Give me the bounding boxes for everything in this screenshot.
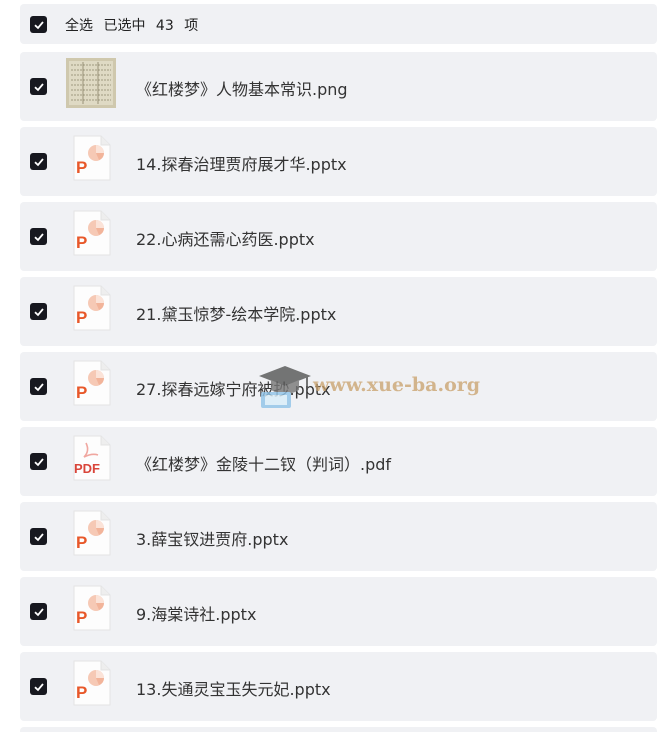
pptx-file-icon: P (66, 358, 116, 408)
file-name: 《红楼梦》金陵十二钗（判词）.pdf (136, 455, 392, 474)
svg-text:P: P (76, 308, 87, 327)
file-checkbox[interactable] (30, 153, 47, 170)
file-name: 22.心病还需心药医.pptx (136, 230, 315, 249)
file-checkbox[interactable] (30, 378, 47, 395)
select-all-checkbox[interactable] (30, 16, 47, 33)
selection-summary: 全选 已选中 43 项 (65, 15, 204, 35)
next-row-edge (20, 727, 657, 732)
file-row[interactable]: P 27.探春远嫁宁府被抄.pptx (20, 352, 657, 421)
pptx-file-icon: P (66, 583, 116, 633)
file-name: 13.失通灵宝玉失元妃.pptx (136, 680, 331, 699)
svg-text:P: P (76, 383, 87, 402)
selected-prefix: 已选中 (103, 18, 146, 34)
svg-text:P: P (76, 608, 87, 627)
pptx-file-icon: P (66, 283, 116, 333)
svg-text:P: P (76, 533, 87, 552)
file-name: 《红楼梦》人物基本常识.png (136, 80, 348, 99)
pdf-file-icon: PDF (66, 433, 116, 483)
select-all-label[interactable]: 全选 (65, 18, 93, 34)
svg-text:P: P (76, 683, 87, 702)
file-name: 9.海棠诗社.pptx (136, 605, 257, 624)
file-row[interactable]: P 13.失通灵宝玉失元妃.pptx (20, 652, 657, 721)
file-row[interactable]: PDF 《红楼梦》金陵十二钗（判词）.pdf (20, 427, 657, 496)
file-checkbox[interactable] (30, 78, 47, 95)
svg-text:P: P (76, 158, 87, 177)
file-row[interactable]: P 21.黛玉惊梦-绘本学院.pptx (20, 277, 657, 346)
file-checkbox[interactable] (30, 303, 47, 320)
image-thumbnail (66, 58, 116, 108)
file-name: 14.探春治理贾府展才华.pptx (136, 155, 347, 174)
file-row[interactable]: P 22.心病还需心药医.pptx (20, 202, 657, 271)
selected-count: 43 (155, 18, 174, 34)
file-row[interactable]: P 14.探春治理贾府展才华.pptx (20, 127, 657, 196)
pptx-file-icon: P (66, 133, 116, 183)
file-name: 27.探春远嫁宁府被抄.pptx (136, 380, 331, 399)
select-all-bar: 全选 已选中 43 项 (20, 4, 657, 44)
file-row[interactable]: 《红楼梦》人物基本常识.png (20, 52, 657, 121)
file-checkbox[interactable] (30, 528, 47, 545)
selected-unit: 项 (184, 18, 199, 34)
file-row[interactable]: P 9.海棠诗社.pptx (20, 577, 657, 646)
file-row[interactable]: P 3.薛宝钗进贾府.pptx (20, 502, 657, 571)
file-checkbox[interactable] (30, 603, 47, 620)
pptx-file-icon: P (66, 658, 116, 708)
file-name: 3.薛宝钗进贾府.pptx (136, 530, 289, 549)
file-checkbox[interactable] (30, 228, 47, 245)
file-checkbox[interactable] (30, 678, 47, 695)
svg-text:P: P (76, 233, 87, 252)
svg-text:PDF: PDF (74, 461, 100, 476)
file-name: 21.黛玉惊梦-绘本学院.pptx (136, 305, 337, 324)
pptx-file-icon: P (66, 208, 116, 258)
pptx-file-icon: P (66, 508, 116, 558)
file-checkbox[interactable] (30, 453, 47, 470)
